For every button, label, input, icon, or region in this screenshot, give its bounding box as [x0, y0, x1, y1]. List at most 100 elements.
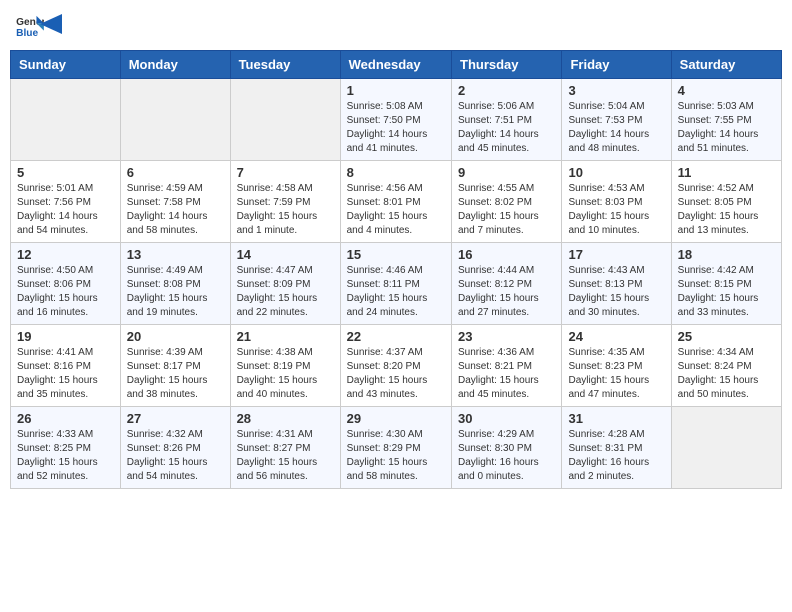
- calendar-cell: 22 Sunrise: 4:37 AM Sunset: 8:20 PM Dayli…: [340, 325, 451, 407]
- day-info: Sunrise: 4:43 AM Sunset: 8:13 PM Dayligh…: [568, 264, 664, 320]
- day-info: Sunrise: 4:30 AM Sunset: 8:29 PM Dayligh…: [347, 428, 445, 484]
- calendar-cell: 30 Sunrise: 4:29 AM Sunset: 8:30 PM Dayli…: [452, 407, 562, 489]
- weekday-header-row: SundayMondayTuesdayWednesdayThursdayFrid…: [11, 51, 782, 79]
- calendar-cell: 10 Sunrise: 4:53 AM Sunset: 8:03 PM Dayli…: [562, 161, 671, 243]
- day-info: Sunrise: 5:08 AM Sunset: 7:50 PM Dayligh…: [347, 100, 445, 156]
- day-info: Sunrise: 4:52 AM Sunset: 8:05 PM Dayligh…: [678, 182, 775, 238]
- day-number: 10: [568, 165, 664, 180]
- calendar-cell: 2 Sunrise: 5:06 AM Sunset: 7:51 PM Daylig…: [452, 79, 562, 161]
- day-number: 5: [17, 165, 114, 180]
- calendar-cell: 29 Sunrise: 4:30 AM Sunset: 8:29 PM Dayli…: [340, 407, 451, 489]
- weekday-header-wednesday: Wednesday: [340, 51, 451, 79]
- day-number: 18: [678, 247, 775, 262]
- weekday-header-sunday: Sunday: [11, 51, 121, 79]
- day-number: 4: [678, 83, 775, 98]
- day-info: Sunrise: 5:03 AM Sunset: 7:55 PM Dayligh…: [678, 100, 775, 156]
- day-number: 28: [237, 411, 334, 426]
- day-info: Sunrise: 4:34 AM Sunset: 8:24 PM Dayligh…: [678, 346, 775, 402]
- svg-text:Blue: Blue: [16, 28, 38, 38]
- day-number: 2: [458, 83, 555, 98]
- calendar-cell: 13 Sunrise: 4:49 AM Sunset: 8:08 PM Dayli…: [120, 243, 230, 325]
- day-info: Sunrise: 4:29 AM Sunset: 8:30 PM Dayligh…: [458, 428, 555, 484]
- calendar-cell: [671, 407, 781, 489]
- calendar-cell: 1Sunrise: 5:08 AM Sunset: 7:50 PM Daylig…: [340, 79, 451, 161]
- weekday-header-saturday: Saturday: [671, 51, 781, 79]
- calendar-cell: [230, 79, 340, 161]
- day-info: Sunrise: 4:38 AM Sunset: 8:19 PM Dayligh…: [237, 346, 334, 402]
- calendar-cell: 19Sunrise: 4:41 AM Sunset: 8:16 PM Dayli…: [11, 325, 121, 407]
- day-info: Sunrise: 4:39 AM Sunset: 8:17 PM Dayligh…: [127, 346, 224, 402]
- week-row-4: 19Sunrise: 4:41 AM Sunset: 8:16 PM Dayli…: [11, 325, 782, 407]
- calendar-table: SundayMondayTuesdayWednesdayThursdayFrid…: [10, 50, 782, 489]
- day-info: Sunrise: 4:37 AM Sunset: 8:20 PM Dayligh…: [347, 346, 445, 402]
- day-number: 8: [347, 165, 445, 180]
- day-info: Sunrise: 4:53 AM Sunset: 8:03 PM Dayligh…: [568, 182, 664, 238]
- logo-arrow-icon: [40, 14, 62, 34]
- day-number: 14: [237, 247, 334, 262]
- calendar-cell: 16Sunrise: 4:44 AM Sunset: 8:12 PM Dayli…: [452, 243, 562, 325]
- day-number: 23: [458, 329, 555, 344]
- calendar-cell: 8 Sunrise: 4:56 AM Sunset: 8:01 PM Daylig…: [340, 161, 451, 243]
- day-number: 11: [678, 165, 775, 180]
- week-row-3: 12Sunrise: 4:50 AM Sunset: 8:06 PM Dayli…: [11, 243, 782, 325]
- day-number: 6: [127, 165, 224, 180]
- day-number: 26: [17, 411, 114, 426]
- calendar-cell: 23 Sunrise: 4:36 AM Sunset: 8:21 PM Dayli…: [452, 325, 562, 407]
- day-number: 12: [17, 247, 114, 262]
- calendar-cell: 17 Sunrise: 4:43 AM Sunset: 8:13 PM Dayli…: [562, 243, 671, 325]
- calendar-cell: 27 Sunrise: 4:32 AM Sunset: 8:26 PM Dayli…: [120, 407, 230, 489]
- calendar-cell: 28 Sunrise: 4:31 AM Sunset: 8:27 PM Dayli…: [230, 407, 340, 489]
- calendar-cell: 6 Sunrise: 4:59 AM Sunset: 7:58 PM Daylig…: [120, 161, 230, 243]
- day-number: 30: [458, 411, 555, 426]
- day-number: 25: [678, 329, 775, 344]
- weekday-header-thursday: Thursday: [452, 51, 562, 79]
- weekday-header-monday: Monday: [120, 51, 230, 79]
- calendar-cell: 25 Sunrise: 4:34 AM Sunset: 8:24 PM Dayli…: [671, 325, 781, 407]
- calendar-cell: 14 Sunrise: 4:47 AM Sunset: 8:09 PM Dayli…: [230, 243, 340, 325]
- week-row-5: 26 Sunrise: 4:33 AM Sunset: 8:25 PM Dayli…: [11, 407, 782, 489]
- day-info: Sunrise: 4:32 AM Sunset: 8:26 PM Dayligh…: [127, 428, 224, 484]
- day-info: Sunrise: 5:06 AM Sunset: 7:51 PM Dayligh…: [458, 100, 555, 156]
- calendar-cell: 24Sunrise: 4:35 AM Sunset: 8:23 PM Dayli…: [562, 325, 671, 407]
- calendar-cell: 18Sunrise: 4:42 AM Sunset: 8:15 PM Dayli…: [671, 243, 781, 325]
- day-number: 21: [237, 329, 334, 344]
- day-info: Sunrise: 4:36 AM Sunset: 8:21 PM Dayligh…: [458, 346, 555, 402]
- calendar-cell: 4 Sunrise: 5:03 AM Sunset: 7:55 PM Daylig…: [671, 79, 781, 161]
- page-header: General Blue: [10, 10, 782, 42]
- day-number: 17: [568, 247, 664, 262]
- calendar-cell: 7 Sunrise: 4:58 AM Sunset: 7:59 PM Daylig…: [230, 161, 340, 243]
- calendar-cell: 9Sunrise: 4:55 AM Sunset: 8:02 PM Daylig…: [452, 161, 562, 243]
- day-info: Sunrise: 4:59 AM Sunset: 7:58 PM Dayligh…: [127, 182, 224, 238]
- day-number: 31: [568, 411, 664, 426]
- logo: General Blue: [16, 14, 62, 38]
- calendar-cell: 11 Sunrise: 4:52 AM Sunset: 8:05 PM Dayli…: [671, 161, 781, 243]
- day-number: 20: [127, 329, 224, 344]
- day-info: Sunrise: 4:31 AM Sunset: 8:27 PM Dayligh…: [237, 428, 334, 484]
- weekday-header-tuesday: Tuesday: [230, 51, 340, 79]
- day-number: 15: [347, 247, 445, 262]
- calendar-cell: 20 Sunrise: 4:39 AM Sunset: 8:17 PM Dayli…: [120, 325, 230, 407]
- day-info: Sunrise: 5:01 AM Sunset: 7:56 PM Dayligh…: [17, 182, 114, 238]
- day-info: Sunrise: 4:49 AM Sunset: 8:08 PM Dayligh…: [127, 264, 224, 320]
- day-info: Sunrise: 4:56 AM Sunset: 8:01 PM Dayligh…: [347, 182, 445, 238]
- day-info: Sunrise: 4:28 AM Sunset: 8:31 PM Dayligh…: [568, 428, 664, 484]
- day-info: Sunrise: 4:46 AM Sunset: 8:11 PM Dayligh…: [347, 264, 445, 320]
- day-info: Sunrise: 5:04 AM Sunset: 7:53 PM Dayligh…: [568, 100, 664, 156]
- day-number: 9: [458, 165, 555, 180]
- calendar-cell: 5 Sunrise: 5:01 AM Sunset: 7:56 PM Daylig…: [11, 161, 121, 243]
- day-number: 22: [347, 329, 445, 344]
- calendar-cell: 12Sunrise: 4:50 AM Sunset: 8:06 PM Dayli…: [11, 243, 121, 325]
- calendar-cell: [120, 79, 230, 161]
- day-number: 13: [127, 247, 224, 262]
- day-number: 27: [127, 411, 224, 426]
- day-info: Sunrise: 4:47 AM Sunset: 8:09 PM Dayligh…: [237, 264, 334, 320]
- day-info: Sunrise: 4:58 AM Sunset: 7:59 PM Dayligh…: [237, 182, 334, 238]
- calendar-cell: 21 Sunrise: 4:38 AM Sunset: 8:19 PM Dayli…: [230, 325, 340, 407]
- day-info: Sunrise: 4:33 AM Sunset: 8:25 PM Dayligh…: [17, 428, 114, 484]
- day-number: 7: [237, 165, 334, 180]
- calendar-cell: 3Sunrise: 5:04 AM Sunset: 7:53 PM Daylig…: [562, 79, 671, 161]
- calendar-cell: 31 Sunrise: 4:28 AM Sunset: 8:31 PM Dayli…: [562, 407, 671, 489]
- day-number: 16: [458, 247, 555, 262]
- week-row-1: 1Sunrise: 5:08 AM Sunset: 7:50 PM Daylig…: [11, 79, 782, 161]
- day-number: 29: [347, 411, 445, 426]
